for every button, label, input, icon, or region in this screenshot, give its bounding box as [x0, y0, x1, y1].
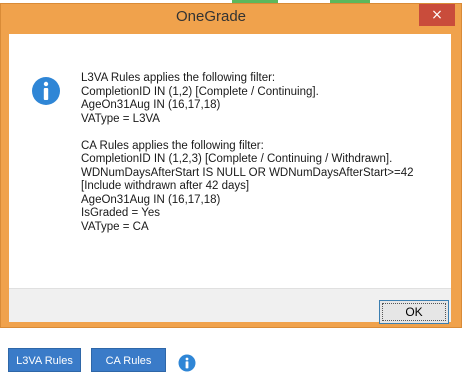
message-line: CompletionID IN (1,2,3) [Complete / Cont… [81, 153, 393, 165]
dialog-body: L3VA Rules applies the following filter:… [9, 34, 451, 324]
ok-button[interactable]: OK [379, 300, 449, 324]
message-line: CA Rules applies the following filter: [81, 139, 264, 152]
message-line: AgeOn31Aug IN (16,17,18) [81, 99, 221, 111]
info-icon [32, 77, 60, 105]
ca-rules-button[interactable]: CA Rules [91, 348, 166, 372]
message-line: [Include withdrawn after 42 days] [81, 180, 250, 192]
dialog-title: OneGrade [175, 8, 247, 25]
ca-rules-label: CA Rules [105, 355, 152, 367]
message-line: WDNumDaysAfterStart IS NULL OR WDNumDays… [81, 166, 414, 179]
focus-rect [382, 303, 446, 321]
message-line: IsGraded = Yes [81, 207, 160, 219]
message-line: VAType = CA [81, 220, 149, 233]
bottom-toolbar: L3VA Rules CA Rules [0, 346, 476, 379]
message-line: CompletionID IN (1,2) [Complete / Contin… [81, 85, 319, 98]
message-line: AgeOn31Aug IN (16,17,18) [81, 193, 221, 206]
info-icon[interactable] [178, 354, 196, 372]
message-line: L3VA Rules applies the following filter: [81, 72, 276, 84]
l3va-rules-button[interactable]: L3VA Rules [8, 348, 81, 372]
close-icon: × [431, 7, 443, 23]
l3va-rules-label: L3VA Rules [16, 355, 73, 367]
close-button[interactable]: × [419, 4, 455, 26]
message-dialog: OneGrade × L3VA Rules applies the follow… [0, 3, 462, 328]
message-text: L3VA Rules applies the following filter:… [81, 72, 441, 234]
message-line: VAType = L3VA [81, 112, 160, 125]
title-bar[interactable]: OneGrade × [1, 4, 461, 34]
